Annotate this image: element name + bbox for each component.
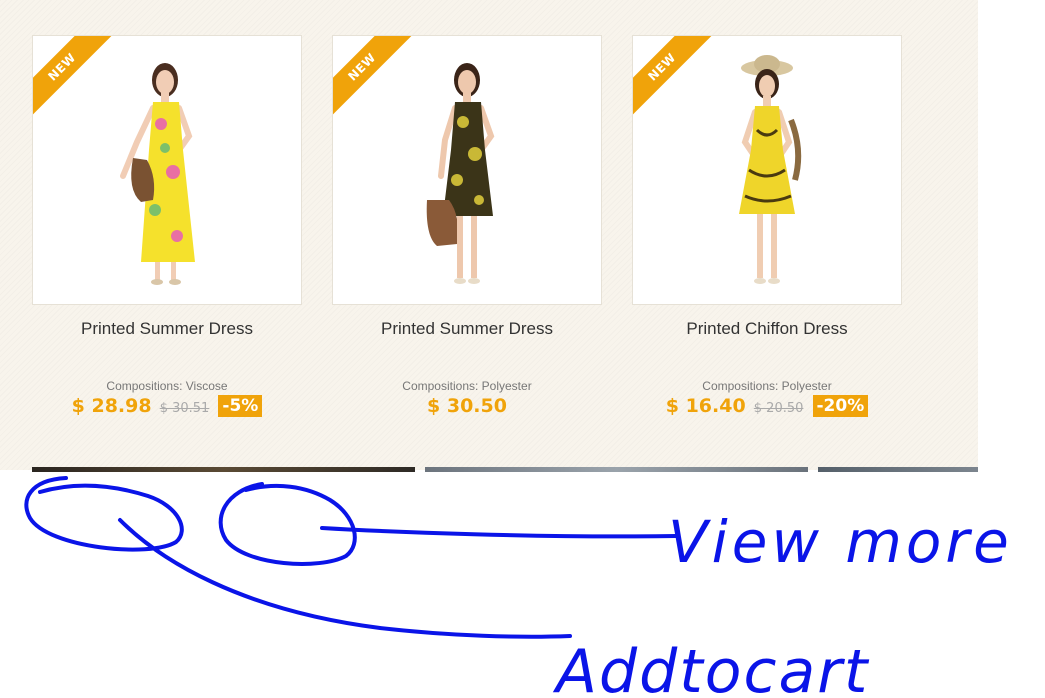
product-composition: Compositions: Viscose [106,379,228,393]
discount-badge: -20% [812,395,869,417]
add-to-cart-label: Addtocart [552,637,870,698]
product-card: NEW Printed Chiffon Dress Compositions: … [632,35,902,417]
product-price: $ 16.40 [665,395,746,417]
view-more-label: View more [668,508,1013,576]
old-price: $ 20.50 [753,401,804,416]
dress-model-photo [426,63,495,284]
view-more-arrow [320,526,678,539]
product-price: $ 28.98 [71,395,152,417]
dress-model-photo [120,63,195,285]
handdrawn-annotation: View more Addtocart [24,476,1013,698]
price-line: $ 16.40 $ 20.50 -20% [632,395,902,417]
product-name[interactable]: Printed Summer Dress [332,319,602,339]
product-list: NEW Printed Summer Dress Compositions: V… [0,0,978,472]
product-composition: Compositions: Polyester [402,379,532,393]
price-line: $ 30.50 [332,395,602,417]
dress-model-photo [739,55,802,284]
product-image[interactable]: NEW [632,35,902,305]
product-price: $ 30.50 [427,395,507,417]
price-line: $ 28.98 $ 30.51 -5% [32,395,302,417]
product-composition: Compositions: Polyester [702,379,832,393]
product-card: NEW Printed Summer Dress Compositions: V… [32,35,302,417]
new-badge-label: NEW [633,36,718,122]
add-to-cart-circle [24,476,184,552]
new-badge: NEW [633,36,719,122]
new-badge-label: NEW [33,36,118,122]
add-to-cart-arrow [118,518,572,639]
product-name[interactable]: Printed Chiffon Dress [632,319,902,339]
view-more-circle [218,482,357,566]
product-image[interactable]: NEW [332,35,602,305]
new-badge: NEW [333,36,419,122]
new-badge-label: NEW [333,36,418,122]
product-image[interactable]: NEW [32,35,302,305]
discount-badge: -5% [218,395,263,417]
new-badge: NEW [33,36,119,122]
product-name[interactable]: Printed Summer Dress [32,319,302,339]
product-card: NEW Printed Summer Dress Compositions: P… [332,35,602,417]
old-price: $ 30.51 [159,401,210,416]
